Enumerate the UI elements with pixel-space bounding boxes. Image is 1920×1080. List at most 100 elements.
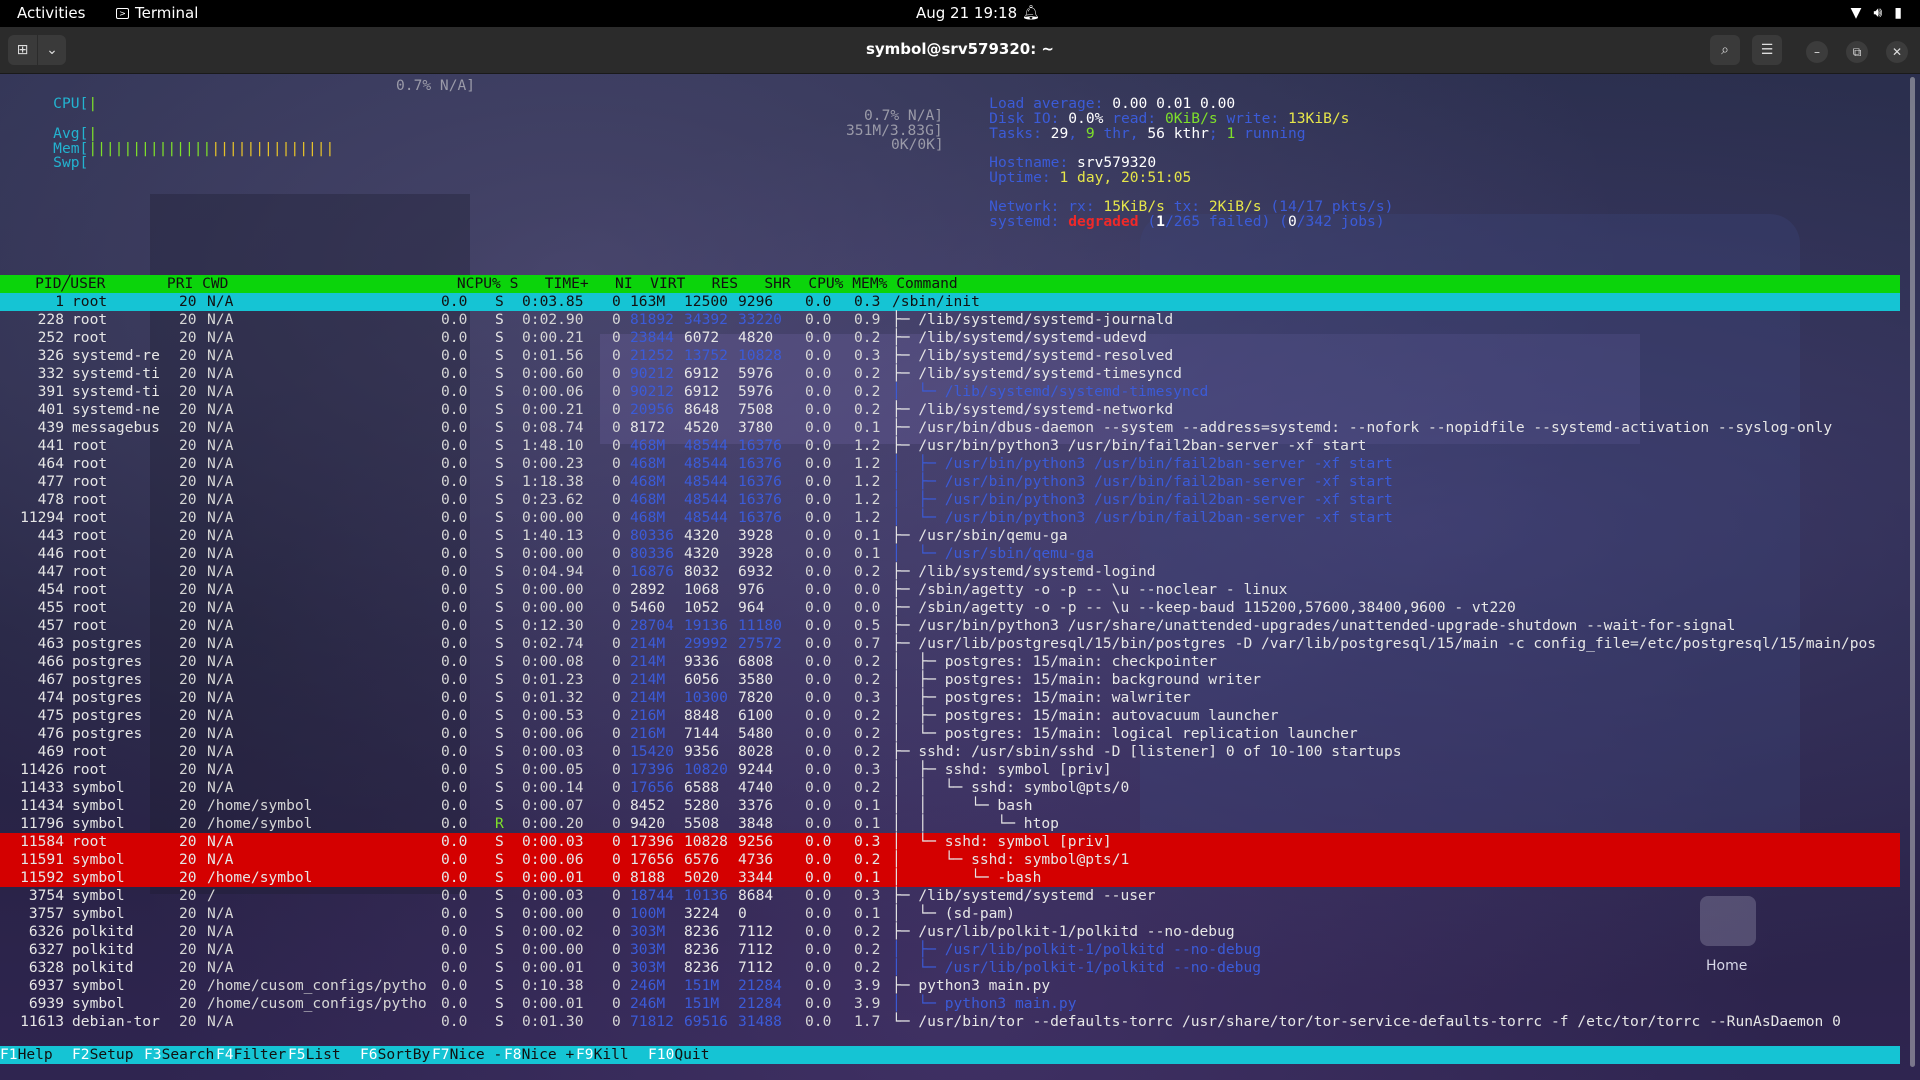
process-row[interactable]: 469 root 20 N/A 0.0 S 0:00.03 0 15420 9356 8028 0.0…: [0, 743, 1900, 761]
shr-cell: 27572: [738, 635, 782, 652]
process-row[interactable]: 6937 symbol 20/home/cusom_configs/pytho 0.0…: [0, 977, 1900, 995]
process-row[interactable]: 11591 symbol 20 N/A 0.0 S 0:00.06 0 17656 6576 473…: [0, 851, 1900, 869]
process-row[interactable]: 11294 root 20 N/A 0.0 S 0:00.00 0 468M 48544 16376…: [0, 509, 1900, 527]
user-cell: systemd-ti: [72, 365, 160, 382]
terminal-scrollbar[interactable]: [1910, 77, 1915, 1067]
ncpu-cell: 0.0: [441, 941, 468, 958]
process-row[interactable]: 467 postgres 20 N/A 0.0 S 0:01.23 0 214M 6056 3580…: [0, 671, 1900, 689]
process-row[interactable]: 11613 debian-tor 20 N/A 0.0 S 0:01.30 0 71812 695…: [0, 1013, 1900, 1031]
fkey-label: Nice -: [449, 1046, 503, 1063]
command-cell: ├─ /lib/systemd/systemd-timesyncd: [892, 365, 1182, 382]
system-tray[interactable]: ▼ 🔊︎ ▮: [1851, 0, 1902, 27]
process-row[interactable]: 11584 root 20 N/A 0.0 S 0:00.03 0 17396 10828 9256…: [0, 833, 1900, 851]
process-row[interactable]: 476 postgres 20 N/A 0.0 S 0:00.06 0 216M 7144 5480…: [0, 725, 1900, 743]
pid-cell: 478: [37, 491, 64, 508]
command-cell: │ └─ /lib/systemd/systemd-timesyncd: [892, 383, 1209, 400]
activities-button[interactable]: Activities: [17, 0, 85, 27]
state-cell: S: [495, 977, 504, 994]
command-cell: ├─ /usr/lib/polkit-1/polkitd --no-debug: [892, 923, 1235, 940]
close-button[interactable]: ✕: [1886, 41, 1908, 63]
fkey-list[interactable]: F5List: [288, 1046, 359, 1064]
process-row[interactable]: 11434 symbol 20/home/symbol 0.0 S 0:00.07 0 845…: [0, 797, 1900, 815]
fkey-nice[interactable]: F7Nice -: [432, 1046, 503, 1064]
search-button[interactable]: ⌕: [1710, 35, 1740, 65]
process-row[interactable]: 6328 polkitd 20 N/A 0.0 S 0:00.01 0 303M 8236 7112…: [0, 959, 1900, 977]
process-row[interactable]: 454 root 20 N/A 0.0 S 0:00.00 0 2892 1068 976 0.0 0.…: [0, 581, 1900, 599]
maximize-button[interactable]: ⧉: [1846, 41, 1868, 63]
fkey-nice[interactable]: F8Nice +: [504, 1046, 575, 1064]
time-cell: 0:02.74: [522, 635, 584, 652]
mem-cell: 0.2: [854, 671, 881, 688]
process-row[interactable]: 447 root 20 N/A 0.0 S 0:04.94 0 16876 8032 6932 0.0…: [0, 563, 1900, 581]
fkey-sortby[interactable]: F6SortBy: [360, 1046, 431, 1064]
process-row[interactable]: 11433 symbol 20 N/A 0.0 S 0:00.14 0 17656 6588 474…: [0, 779, 1900, 797]
process-table[interactable]: 1 root 20 N/A 0.0 S 0:03.85 0 163M 12500 9296 0.0 0.…: [0, 293, 1900, 1031]
shr-cell: 9256: [738, 833, 774, 850]
process-row[interactable]: 3757 symbol 20 N/A 0.0 S 0:00.00 0 100M 3224 0 0.0 0…: [0, 905, 1900, 923]
process-row[interactable]: 228 root 20 N/A 0.0 S 0:02.90 0 81892 34392 33220 0…: [0, 311, 1900, 329]
virt-cell: 71812: [630, 1013, 674, 1030]
process-row[interactable]: 478 root 20 N/A 0.0 S 0:23.62 0 468M 48544 16376 0.…: [0, 491, 1900, 509]
state-cell: S: [495, 941, 504, 958]
process-row[interactable]: 11592 symbol 20/home/symbol 0.0 S 0:00.01 0 818…: [0, 869, 1900, 887]
time-cell: 0:00.00: [522, 509, 584, 526]
process-row[interactable]: 391 systemd-ti 20 N/A 0.0 S 0:00.06 0 90212 6912 5…: [0, 383, 1900, 401]
priority-cell: 20: [179, 905, 197, 922]
ncpu-cell: 0.0: [441, 383, 468, 400]
priority-cell: 20: [179, 581, 197, 598]
process-row[interactable]: 443 root 20 N/A 0.0 S 1:40.13 0 80336 4320 3928 0.0…: [0, 527, 1900, 545]
process-row[interactable]: 11426 root 20 N/A 0.0 S 0:00.05 0 17396 10820 9244…: [0, 761, 1900, 779]
fkey-quit[interactable]: F10Quit: [648, 1046, 728, 1064]
mem-cell: 0.7: [854, 635, 881, 652]
minimize-button[interactable]: –: [1806, 41, 1828, 63]
fkey-kill[interactable]: F9Kill: [576, 1046, 647, 1064]
time-cell: 0:00.14: [522, 779, 584, 796]
process-row[interactable]: 466 postgres 20 N/A 0.0 S 0:00.08 0 214M 9336 6808…: [0, 653, 1900, 671]
process-row[interactable]: 446 root 20 N/A 0.0 S 0:00.00 0 80336 4320 3928 0.0…: [0, 545, 1900, 563]
fkey-filter[interactable]: F4Filter: [216, 1046, 287, 1064]
time-cell: 0:00.06: [522, 725, 584, 742]
shr-cell: 3344: [738, 869, 774, 886]
app-menu-terminal[interactable]: > Terminal: [116, 0, 198, 27]
process-row[interactable]: 11796 symbol 20/home/symbol 0.0 R 0:00.20 0 942…: [0, 815, 1900, 833]
process-row[interactable]: 455 root 20 N/A 0.0 S 0:00.00 0 5460 1052 964 0.0 0.…: [0, 599, 1900, 617]
command-cell: ├─ /usr/bin/python3 /usr/share/unattende…: [892, 617, 1736, 634]
fkey-search[interactable]: F3Search: [144, 1046, 215, 1064]
process-table-header[interactable]: PID╱USER PRI CWD NCPU% S TIME+ NI VIRT R…: [0, 275, 1900, 293]
process-row[interactable]: 441 root 20 N/A 0.0 S 1:48.10 0 468M 48544 16376 0.…: [0, 437, 1900, 455]
process-row[interactable]: 401 systemd-ne 20 N/A 0.0 S 0:00.21 0 20956 8648 7…: [0, 401, 1900, 419]
hamburger-menu-button[interactable]: ☰: [1752, 35, 1782, 65]
process-row[interactable]: 457 root 20 N/A 0.0 S 0:12.30 0 28704 19136 11180 0…: [0, 617, 1900, 635]
process-row[interactable]: 6326 polkitd 20 N/A 0.0 S 0:00.02 0 303M 8236 7112…: [0, 923, 1900, 941]
clock-button[interactable]: Aug 21 19:18: [916, 0, 1017, 27]
user-cell: postgres: [72, 635, 143, 652]
state-cell: S: [495, 347, 504, 364]
process-row[interactable]: 475 postgres 20 N/A 0.0 S 0:00.53 0 216M 8848 6100…: [0, 707, 1900, 725]
process-row[interactable]: 3754 symbol 20 / 0.0 S 0:00.03 0 18744 10136 8684 0…: [0, 887, 1900, 905]
pid-cell: 6327: [28, 941, 64, 958]
process-row[interactable]: 463 postgres 20 N/A 0.0 S 0:02.74 0 214M 29992 275…: [0, 635, 1900, 653]
process-row[interactable]: 477 root 20 N/A 0.0 S 1:18.38 0 468M 48544 16376 0.…: [0, 473, 1900, 491]
fkey-setup[interactable]: F2Setup: [72, 1046, 143, 1064]
process-row[interactable]: 439 messagebus 20 N/A 0.0 S 0:08.74 0 8172 4520 37…: [0, 419, 1900, 437]
process-row[interactable]: 1 root 20 N/A 0.0 S 0:03.85 0 163M 12500 9296 0.0 0.…: [0, 293, 1900, 311]
process-row[interactable]: 6939 symbol 20/home/cusom_configs/pytho 0.0…: [0, 995, 1900, 1013]
command-cell: │ ├─ /usr/bin/python3 /usr/bin/fail2ban-…: [892, 473, 1393, 490]
nice-cell: 0: [612, 563, 621, 580]
cwd-cell: N/A: [207, 851, 234, 868]
fkey-help[interactable]: F1Help: [0, 1046, 71, 1064]
command-cell: │ ├─ postgres: 15/main: checkpointer: [892, 653, 1218, 670]
process-row[interactable]: 326 systemd-re 20 N/A 0.0 S 0:01.56 0 21252 13752…: [0, 347, 1900, 365]
cwd-cell: N/A: [207, 581, 234, 598]
virt-cell: 303M: [630, 959, 666, 976]
process-row[interactable]: 474 postgres 20 N/A 0.0 S 0:01.32 0 214M 10300 782…: [0, 689, 1900, 707]
terminal-area[interactable]: Home CPU[| 0.7% N/A] Avg[| 0.7% N/A] Mem…: [0, 74, 1920, 1080]
shr-cell: 4740: [738, 779, 774, 796]
shr-cell: 5976: [738, 365, 774, 382]
process-row[interactable]: 464 root 20 N/A 0.0 S 0:00.23 0 468M 48544 16376 0.…: [0, 455, 1900, 473]
process-row[interactable]: 252 root 20 N/A 0.0 S 0:00.21 0 23844 6072 4820 0.0…: [0, 329, 1900, 347]
process-row[interactable]: 6327 polkitd 20 N/A 0.0 S 0:00.00 0 303M 8236 7112…: [0, 941, 1900, 959]
process-row[interactable]: 332 systemd-ti 20 N/A 0.0 S 0:00.60 0 90212 6912 5…: [0, 365, 1900, 383]
state-cell: S: [495, 671, 504, 688]
nice-cell: 0: [612, 509, 621, 526]
